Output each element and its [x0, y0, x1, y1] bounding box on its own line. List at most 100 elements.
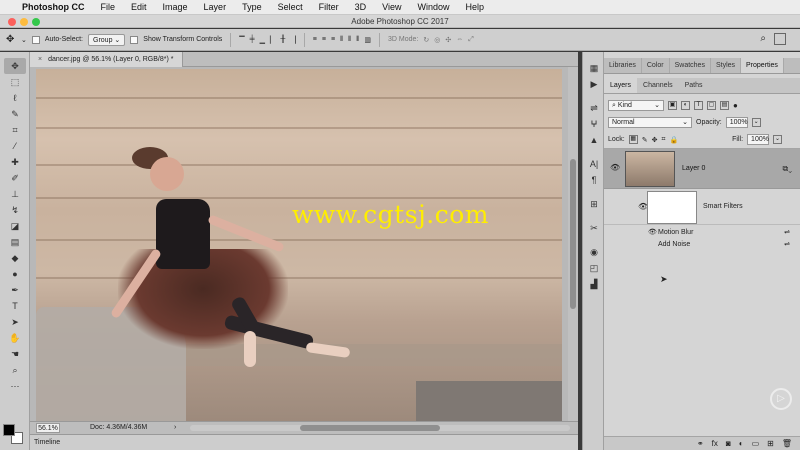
- document-tab[interactable]: × dancer.jpg @ 56.1% (Layer 0, RGB/8*) *: [30, 52, 183, 67]
- menu-type[interactable]: Type: [242, 2, 262, 12]
- clone-stamp-tool-icon[interactable]: ⊥: [4, 186, 26, 202]
- move-tool-preset-icon[interactable]: ✥: [6, 34, 16, 45]
- filter-toggle-icon[interactable]: ●: [733, 101, 738, 110]
- tool-presets-icon[interactable]: ✂: [583, 220, 605, 236]
- tab-color[interactable]: Color: [642, 58, 670, 73]
- character-icon[interactable]: A|: [583, 156, 605, 172]
- fx-icon[interactable]: fx: [712, 439, 718, 448]
- menu-filter[interactable]: Filter: [319, 2, 339, 12]
- chevron-right-icon[interactable]: ›: [174, 422, 176, 434]
- menu-photoshop[interactable]: Photoshop CC: [22, 2, 85, 12]
- visibility-eye-icon[interactable]: 👁: [648, 228, 657, 236]
- 3d-scale-icon[interactable]: ⤢: [468, 36, 474, 44]
- distribute-hcenter-icon[interactable]: ⦀: [348, 36, 351, 44]
- marquee-tool-icon[interactable]: ⬚: [4, 74, 26, 90]
- paragraph-icon[interactable]: ¶: [583, 172, 605, 188]
- hand-tool-icon[interactable]: ☚: [4, 346, 26, 362]
- minimize-window-button[interactable]: [20, 18, 28, 26]
- link-layers-icon[interactable]: ⚭: [697, 439, 704, 448]
- pixel-filter-icon[interactable]: ▣: [668, 101, 677, 110]
- blur-tool-icon[interactable]: ◆: [4, 250, 26, 266]
- menu-help[interactable]: Help: [465, 2, 484, 12]
- glyphs-icon[interactable]: ◰: [583, 260, 605, 276]
- dodge-tool-icon[interactable]: ●: [4, 266, 26, 282]
- tab-paths[interactable]: Paths: [679, 78, 709, 93]
- adjustments-icon[interactable]: ⇌: [583, 100, 605, 116]
- menu-layer[interactable]: Layer: [204, 2, 227, 12]
- layer-kind-filter-dropdown[interactable]: ⌕ Kind ⌄: [608, 100, 664, 111]
- menu-select[interactable]: Select: [278, 2, 303, 12]
- layer-row[interactable]: 👁 Layer 0 ⧉⌄: [604, 149, 800, 189]
- menu-window[interactable]: Window: [417, 2, 449, 12]
- pen-tool-icon[interactable]: ✒: [4, 282, 26, 298]
- align-left-icon[interactable]: ▏: [270, 36, 275, 44]
- 3d-orbit-icon[interactable]: ↻: [423, 36, 429, 44]
- align-vcenter-icon[interactable]: ╪: [250, 36, 255, 43]
- artboard-lock-icon[interactable]: ⌗: [661, 136, 665, 144]
- menu-file[interactable]: File: [101, 2, 116, 12]
- blend-mode-dropdown[interactable]: Normal ⌄: [608, 117, 692, 128]
- menu-image[interactable]: Image: [163, 2, 188, 12]
- opacity-field[interactable]: 100%: [725, 117, 748, 128]
- search-icon[interactable]: ⌕: [760, 33, 766, 44]
- lock-paint-icon[interactable]: ✎: [642, 136, 648, 144]
- auto-select-checkbox[interactable]: [31, 35, 40, 44]
- filter-blending-options-icon[interactable]: ⇌: [784, 240, 790, 248]
- fill-field[interactable]: 100%: [747, 134, 770, 145]
- shape-tool-icon[interactable]: ✋: [4, 330, 26, 346]
- shape-filter-icon[interactable]: ▢: [707, 101, 716, 110]
- history-icon[interactable]: ▦: [583, 60, 605, 76]
- move-tool-icon[interactable]: ✥: [4, 58, 26, 74]
- visibility-eye-icon[interactable]: 👁: [610, 163, 620, 172]
- timeline-panel-tab[interactable]: Timeline: [30, 434, 578, 450]
- tab-channels[interactable]: Channels: [637, 78, 679, 93]
- tab-layers[interactable]: Layers: [604, 78, 638, 93]
- smart-filters-row[interactable]: 👁 Smart Filters: [604, 189, 800, 225]
- smart-object-filter-icon[interactable]: ▤: [720, 101, 729, 110]
- navigator-icon[interactable]: ⊞: [583, 196, 605, 212]
- quick-select-tool-icon[interactable]: ✎: [4, 106, 26, 122]
- menu-view[interactable]: View: [382, 2, 401, 12]
- vertical-scroll-thumb[interactable]: [570, 159, 576, 309]
- brush-settings-icon[interactable]: ⵖ: [583, 116, 605, 132]
- workspace-icon[interactable]: [774, 33, 786, 45]
- align-bottom-icon[interactable]: ▁: [260, 36, 265, 44]
- vertical-scrollbar[interactable]: [568, 67, 578, 421]
- horizontal-scrollbar[interactable]: [190, 425, 570, 431]
- tab-styles[interactable]: Styles: [711, 58, 742, 73]
- brush-tool-icon[interactable]: ✐: [4, 170, 26, 186]
- lock-position-icon[interactable]: ✥: [652, 136, 658, 144]
- close-tab-icon[interactable]: ×: [38, 56, 42, 63]
- distribute-left-icon[interactable]: ⦀: [340, 36, 343, 44]
- tab-properties[interactable]: Properties: [741, 58, 784, 73]
- history-brush-tool-icon[interactable]: ↯: [4, 202, 26, 218]
- 3d-roll-icon[interactable]: ◎: [434, 36, 440, 44]
- menu-edit[interactable]: Edit: [131, 2, 147, 12]
- filter-name[interactable]: Add Noise: [658, 241, 690, 248]
- tab-libraries[interactable]: Libraries: [604, 58, 642, 73]
- adjustment-filter-icon[interactable]: ◐: [681, 101, 690, 110]
- chevron-down-icon[interactable]: ⌄: [751, 118, 761, 127]
- actions-play-icon[interactable]: ▶: [583, 76, 605, 92]
- filter-name[interactable]: Motion Blur: [658, 229, 693, 236]
- filter-blending-options-icon[interactable]: ⇌: [784, 228, 790, 236]
- eraser-tool-icon[interactable]: ◪: [4, 218, 26, 234]
- add-mask-icon[interactable]: ◙: [726, 439, 731, 448]
- align-right-icon[interactable]: ▕: [290, 36, 295, 44]
- new-group-icon[interactable]: ▭: [752, 439, 760, 448]
- crop-tool-icon[interactable]: ⌗: [4, 122, 26, 138]
- 3d-slide-icon[interactable]: ⇔: [456, 36, 463, 43]
- more-tools-icon[interactable]: ⋯: [4, 378, 26, 394]
- eyedropper-tool-icon[interactable]: ⁄: [4, 138, 26, 154]
- color-swatches[interactable]: [3, 424, 25, 446]
- gradient-tool-icon[interactable]: ▤: [4, 234, 26, 250]
- filter-row-add-noise[interactable]: Add Noise ⇌: [604, 239, 800, 251]
- path-select-tool-icon[interactable]: ➤: [4, 314, 26, 330]
- layer-thumbnail[interactable]: [625, 151, 675, 187]
- menu-3d[interactable]: 3D: [355, 2, 367, 12]
- layer-name[interactable]: Layer 0: [682, 165, 705, 172]
- close-window-button[interactable]: [8, 18, 16, 26]
- filter-mask-thumbnail[interactable]: [647, 191, 697, 224]
- lock-transparent-icon[interactable]: ▦: [628, 135, 638, 144]
- brushes-icon[interactable]: ▲: [583, 132, 605, 148]
